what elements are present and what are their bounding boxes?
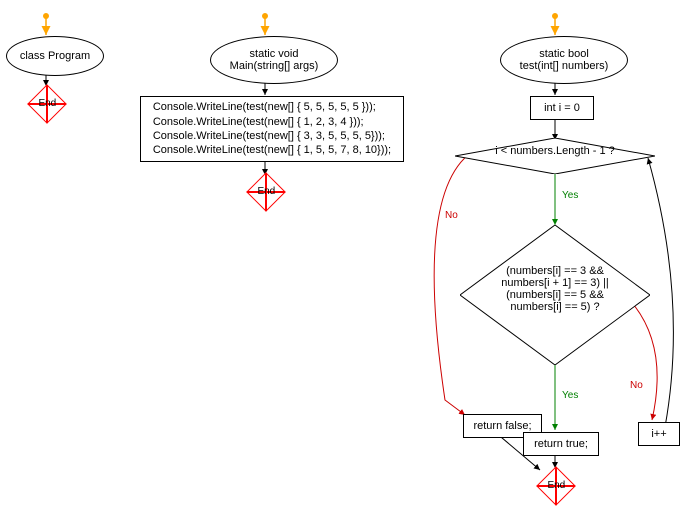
increment-label: i++ [651, 428, 666, 440]
end-label-2: End [253, 186, 279, 197]
cond2-yes: Yes [562, 390, 578, 401]
cond1-yes: Yes [562, 190, 578, 201]
main-title-1: static void [250, 48, 299, 60]
end-diamond-3: End [536, 466, 576, 506]
end-label-1: End [34, 98, 60, 109]
end-diamond-2: End [246, 172, 286, 212]
end-diamond-1: End [27, 84, 67, 124]
diamond-cond2: (numbers[i] == 3 && numbers[i + 1] == 3)… [460, 265, 650, 313]
end-label-3: End [543, 480, 569, 491]
diamond-cond1: i < numbers.Length - 1 ? [455, 145, 655, 157]
cond2-line1: (numbers[i] == 3 && [460, 265, 650, 277]
code-line-4: Console.WriteLine(test(new[] { 1, 5, 5, … [153, 143, 391, 157]
init-label: int i = 0 [544, 102, 580, 114]
label-class-program: class Program [20, 50, 90, 62]
cond2-line2: numbers[i + 1] == 3) || [460, 277, 650, 289]
code-line-1: Console.WriteLine(test(new[] { 5, 5, 5, … [153, 100, 391, 114]
rect-increment: i++ [638, 422, 680, 446]
cond2-line4: numbers[i] == 5) ? [460, 301, 650, 313]
ellipse-main: static void Main(string[] args) [210, 36, 338, 84]
cond1-label: i < numbers.Length - 1 ? [495, 145, 615, 157]
cond2-line3: (numbers[i] == 5 && [460, 289, 650, 301]
code-line-2: Console.WriteLine(test(new[] { 1, 2, 3, … [153, 115, 391, 129]
main-title-2: Main(string[] args) [230, 60, 319, 72]
test-title-1: static bool [539, 48, 589, 60]
cond1-no: No [445, 210, 458, 221]
test-title-2: test(int[] numbers) [520, 60, 609, 72]
ellipse-test: static bool test(int[] numbers) [500, 36, 628, 84]
start-dot-2 [262, 13, 268, 19]
start-dot-1 [43, 13, 49, 19]
rect-main-body: Console.WriteLine(test(new[] { 5, 5, 5, … [140, 96, 404, 162]
return-false-label: return false; [473, 420, 531, 432]
cond2-no: No [630, 380, 643, 391]
code-line-3: Console.WriteLine(test(new[] { 3, 3, 5, … [153, 129, 391, 143]
start-dot-3 [552, 13, 558, 19]
ellipse-class-program: class Program [6, 36, 104, 76]
rect-return-true: return true; [523, 432, 599, 456]
rect-init: int i = 0 [530, 96, 594, 120]
return-true-label: return true; [534, 438, 588, 450]
